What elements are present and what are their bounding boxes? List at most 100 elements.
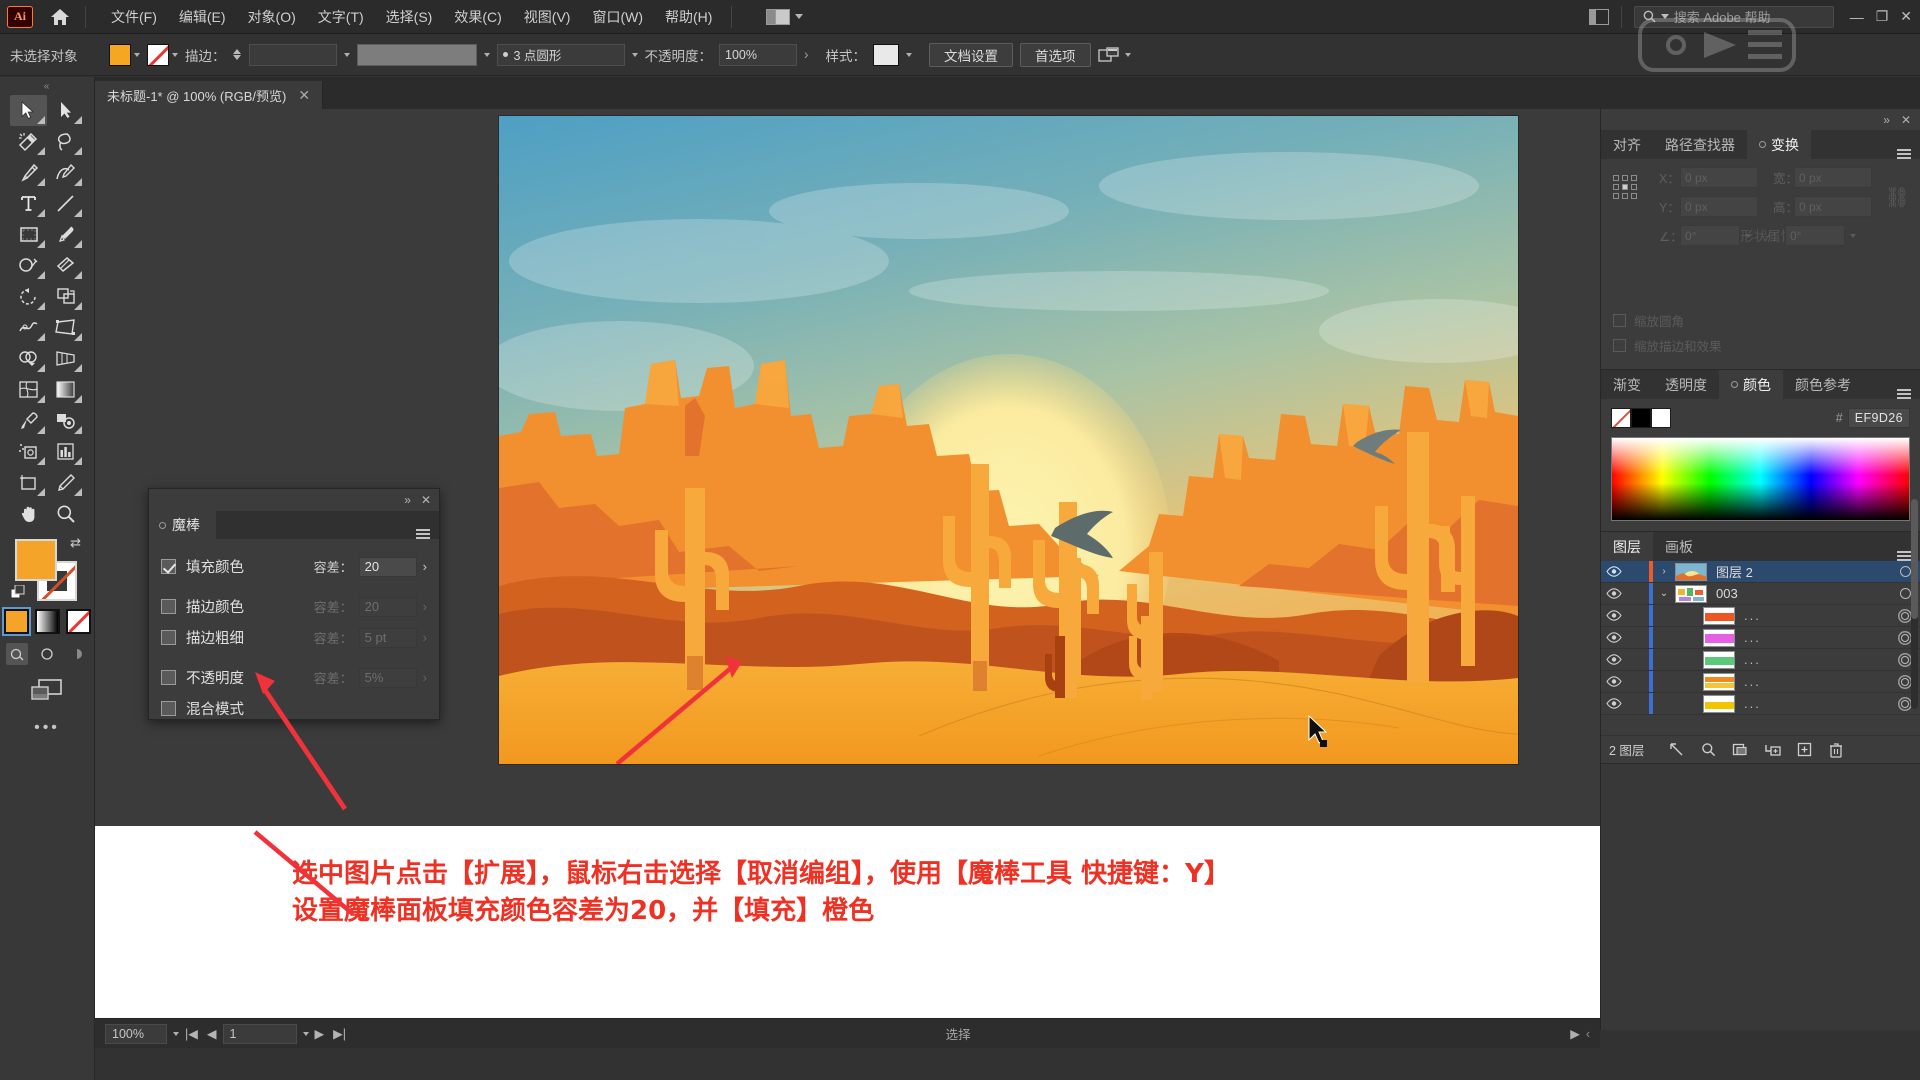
maximize-button[interactable]: ❐ (1876, 8, 1889, 25)
expand-twisty-icon[interactable]: › (1653, 566, 1675, 577)
tab-transparency[interactable]: 透明度 (1653, 370, 1719, 399)
slice-tool[interactable] (47, 467, 84, 498)
preferences-button[interactable]: 首选项 (1020, 42, 1091, 67)
layer-name[interactable]: ... (1744, 696, 1890, 711)
chevron-down-icon[interactable] (172, 52, 178, 57)
graphic-style-swatch[interactable] (873, 43, 899, 66)
layer-row-child-4[interactable]: ... (1601, 671, 1920, 693)
make-clipping-mask-icon[interactable] (1724, 742, 1756, 757)
reference-point-selector[interactable] (1613, 175, 1637, 199)
zoom-tool[interactable] (47, 498, 84, 529)
free-transform-tool[interactable] (47, 312, 84, 343)
curvature-tool[interactable] (47, 157, 84, 188)
visibility-toggle-icon[interactable] (1601, 698, 1627, 709)
menu-window[interactable]: 窗口(W) (581, 2, 654, 32)
stroke-swatch-none[interactable] (147, 43, 169, 66)
artboard-tool[interactable] (10, 467, 47, 498)
tab-color[interactable]: 颜色 (1719, 370, 1783, 399)
perspective-grid-tool[interactable] (47, 343, 84, 374)
visibility-toggle-icon[interactable] (1601, 566, 1627, 577)
width-tool[interactable] (10, 312, 47, 343)
scale-strokes-option[interactable]: 缩放描边和效果 (1613, 336, 1908, 355)
tab-magic-wand[interactable]: 魔棒 (149, 511, 216, 539)
search-input[interactable]: 搜索 Adobe 帮助 (1633, 5, 1834, 28)
stroke-swatch-control[interactable] (147, 43, 178, 66)
first-page-icon[interactable]: |◀ (185, 1026, 198, 1041)
white-swatch[interactable] (1651, 408, 1671, 428)
tab-pathfinder[interactable]: 路径查找器 (1653, 130, 1747, 159)
chevron-down-icon[interactable] (1124, 52, 1131, 57)
tab-align[interactable]: 对齐 (1601, 130, 1653, 159)
screen-mode-button[interactable] (0, 677, 94, 705)
collapse-icon[interactable]: » (1883, 113, 1890, 127)
width-input[interactable]: 0 px (1794, 167, 1872, 188)
layer-row-003[interactable]: ⌄ 003 (1601, 583, 1920, 605)
hex-input[interactable]: EF9D26 (1847, 408, 1910, 428)
artboard[interactable] (499, 116, 1518, 764)
layer-name[interactable]: ... (1744, 674, 1890, 689)
mesh-tool[interactable] (10, 374, 47, 405)
chevron-down-icon[interactable] (134, 52, 140, 57)
fill-indicator[interactable] (15, 539, 57, 581)
shape-builder-tool[interactable] (10, 343, 47, 374)
layer-name[interactable]: 003 (1716, 586, 1890, 601)
layer-row-child-2[interactable]: ... (1601, 627, 1920, 649)
magic-wand-row-blending-mode[interactable]: 混合模式 (161, 693, 427, 724)
tab-artboards[interactable]: 画板 (1653, 532, 1705, 561)
scale-strokes-checkbox[interactable] (1613, 339, 1626, 352)
panel-toggle-icon[interactable] (1588, 8, 1609, 25)
default-fill-stroke-icon[interactable] (10, 584, 27, 601)
scale-corners-checkbox[interactable] (1613, 314, 1626, 327)
document-tab[interactable]: 未标题-1* @ 100% (RGB/预览) ✕ (95, 81, 324, 109)
color-spectrum[interactable] (1611, 437, 1910, 521)
toolbar-grip[interactable]: « (0, 81, 94, 93)
tab-transform[interactable]: 变换 (1747, 130, 1811, 159)
magic-wand-row-fill-color[interactable]: 填充颜色 容差： 20 › (161, 551, 427, 582)
layer-row-layer2[interactable]: › 图层 2 (1601, 561, 1920, 583)
magic-wand-panel[interactable]: » ✕ 魔棒 填充颜色 容差： 20 › 描边颜色 容差： 20 › 描边粗细 … (148, 488, 440, 720)
color-fill-mode-button[interactable] (1, 607, 31, 636)
delete-layer-icon[interactable] (1820, 742, 1852, 758)
symbol-sprayer-tool[interactable] (10, 436, 47, 467)
chevron-down-icon[interactable] (302, 1031, 309, 1036)
shaper-tool[interactable] (10, 250, 47, 281)
layer-name[interactable]: ... (1744, 608, 1890, 623)
menu-view[interactable]: 视图(V) (513, 2, 582, 32)
x-input[interactable]: 0 px (1680, 167, 1758, 188)
chevron-down-icon[interactable] (631, 52, 638, 57)
fill-swatch[interactable] (109, 43, 131, 66)
stroke-weight-input[interactable] (248, 43, 337, 66)
panel-menu-icon[interactable] (1897, 551, 1911, 561)
menu-select[interactable]: 选择(S) (375, 2, 444, 32)
opacity-flyout-icon[interactable]: › (804, 47, 809, 62)
panel-menu-icon[interactable] (1897, 149, 1911, 159)
type-tool[interactable] (10, 188, 47, 219)
angle-input[interactable]: 0° (1680, 225, 1740, 246)
close-icon[interactable]: ✕ (421, 493, 431, 507)
draw-normal-icon[interactable] (6, 643, 28, 665)
shear-input[interactable]: 0° (1785, 225, 1845, 246)
expand-twisty-icon[interactable]: ⌄ (1653, 588, 1675, 599)
scale-tool[interactable] (47, 281, 84, 312)
opacity-input[interactable]: 100% (719, 43, 797, 66)
panel-menu-icon[interactable] (1897, 389, 1911, 399)
menu-type[interactable]: 文字(T) (307, 2, 375, 32)
fill-tolerance-flyout-icon[interactable]: › (423, 559, 427, 574)
layer-row-child-1[interactable]: ... (1601, 605, 1920, 627)
rotate-tool[interactable] (10, 281, 47, 312)
home-icon[interactable] (43, 2, 77, 32)
opacity-checkbox[interactable] (161, 670, 176, 685)
blending-mode-checkbox[interactable] (161, 701, 176, 716)
selection-tool[interactable] (10, 95, 47, 126)
stroke-weight-checkbox[interactable] (161, 630, 176, 645)
none-swatch[interactable] (1611, 408, 1631, 428)
layer-name[interactable]: 图层 2 (1716, 562, 1890, 581)
close-icon[interactable]: ✕ (1901, 113, 1911, 127)
panel-scrollbar[interactable] (1911, 499, 1918, 709)
document-setup-button[interactable]: 文档设置 (929, 42, 1013, 67)
lasso-tool[interactable] (47, 126, 84, 157)
stroke-profile-preview[interactable] (356, 43, 477, 66)
layer-name[interactable]: ... (1744, 630, 1890, 645)
visibility-toggle-icon[interactable] (1601, 588, 1627, 599)
close-button[interactable]: ✕ (1900, 8, 1912, 25)
